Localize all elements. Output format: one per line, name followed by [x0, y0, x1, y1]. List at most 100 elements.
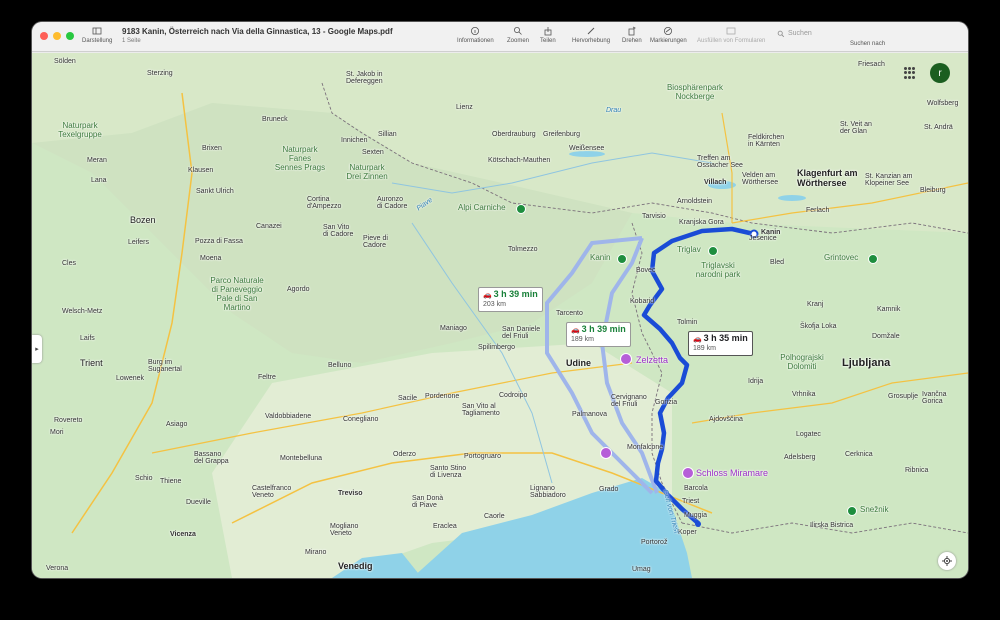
minimize-button[interactable]	[53, 32, 61, 40]
expand-panel-button[interactable]: ▸	[32, 335, 42, 363]
city-label: San Daniele del Friuli	[502, 326, 541, 340]
rotate-icon	[628, 26, 636, 36]
city-label: Logatec	[796, 431, 821, 438]
car-icon: 🚗	[693, 336, 702, 343]
highlight-button[interactable]: Hervorhebung	[572, 26, 610, 44]
city-label: Pordenone	[425, 393, 460, 400]
map-view[interactable]: Sölden Sterzing Naturpark Texelgruppe Me…	[32, 53, 968, 578]
city-label: Grosuplje	[888, 393, 918, 400]
share-button[interactable]: Teilen	[540, 26, 556, 44]
car-icon: 🚗	[571, 327, 580, 334]
mountain-icon[interactable]	[516, 204, 526, 214]
city-label: Velden am Wörthersee	[742, 172, 779, 186]
mountain-icon[interactable]	[847, 506, 857, 516]
city-label: Tolmin	[677, 319, 698, 326]
zoom-button[interactable]: Zoomen	[507, 26, 529, 44]
city-label: Caorle	[484, 513, 505, 520]
mountain-icon[interactable]	[708, 246, 718, 256]
city-label: Tarcento	[556, 310, 583, 317]
my-location-button[interactable]	[938, 552, 956, 570]
park-label: Biosphärenpark Nockberge	[666, 83, 724, 101]
city-label: Barcola	[684, 485, 708, 492]
city-label: Vrhnika	[792, 391, 816, 398]
city-label: Rovereto	[54, 417, 83, 424]
city-label: Meran	[87, 157, 107, 164]
mountain-icon[interactable]	[868, 254, 878, 264]
city-label: Sillian	[378, 131, 397, 138]
city-label: Umag	[632, 566, 651, 573]
city-label: Ilirska Bistrica	[810, 522, 854, 529]
city-label: Kranj	[807, 301, 824, 308]
city-label: Palmanova	[572, 411, 608, 418]
city-label: Codroipo	[499, 392, 528, 399]
info-button[interactable]: Informationen	[457, 26, 494, 44]
city-label: Sölden	[54, 58, 76, 65]
park-label: Naturpark Texelgruppe	[58, 121, 102, 139]
city-label: Brixen	[202, 145, 222, 152]
fill-form-button[interactable]: Ausfüllen von Formularen	[697, 26, 765, 44]
maximize-button[interactable]	[66, 32, 74, 40]
city-label: Pozza di Fassa	[195, 238, 243, 245]
city-label: Cortina d'Ampezzo	[307, 196, 342, 210]
poi-label: Schloss Miramare	[696, 468, 769, 478]
city-label: Gorizia	[655, 399, 678, 406]
city-label: Laifs	[80, 335, 95, 342]
city-label: San Vito di Cadore	[323, 224, 354, 238]
city-label: Sexten	[362, 149, 384, 156]
document-title: 9183 Kanin, Österreich nach Via della Gi…	[122, 27, 393, 36]
city-label: Feltre	[258, 374, 276, 381]
city-label: Ferlach	[806, 207, 830, 214]
city-label: Cerknica	[845, 451, 873, 458]
city-label: Lana	[91, 177, 107, 184]
city-label: Friesach	[858, 61, 885, 68]
city-label: Villach	[704, 179, 727, 186]
city-label: San Vito al Tagliamento	[462, 403, 500, 417]
city-label: Arnoldstein	[677, 198, 713, 205]
city-label: Udine	[566, 358, 592, 368]
city-label: Auronzo di Cadore	[377, 196, 408, 210]
city-label: Castelfranco Veneto	[252, 485, 292, 499]
info-icon	[471, 27, 480, 35]
route-option-1[interactable]: 🚗 3 h 39 min 203 km	[478, 287, 543, 312]
city-label: Montebelluna	[280, 455, 323, 462]
city-label: Triest	[682, 498, 700, 505]
city-label: Lienz	[456, 104, 473, 111]
highlight-pen-icon	[587, 27, 595, 35]
city-label: Burg im Suganertal	[148, 359, 182, 373]
city-label: Oderzo	[393, 451, 416, 458]
close-button[interactable]	[40, 32, 48, 40]
route-option-2[interactable]: 🚗 3 h 39 min 189 km	[566, 322, 631, 347]
car-icon: 🚗	[483, 292, 492, 299]
city-label: Leifers	[128, 239, 150, 246]
city-label: St. Jakob in Defereggen	[346, 71, 383, 85]
sidebar-toggle-button[interactable]: Darstellung	[82, 26, 112, 44]
mountain-icon[interactable]	[617, 254, 627, 264]
city-label: Klagenfurt am Wörthersee	[797, 168, 858, 188]
city-label: Škofja Loka	[800, 323, 837, 330]
city-label: Feldkirchen in Kärnten	[748, 134, 785, 148]
chevron-right-icon: ▸	[35, 346, 39, 353]
city-label: Dueville	[186, 499, 211, 506]
city-label: Domžale	[872, 333, 900, 340]
city-label: Maniago	[440, 325, 467, 332]
city-label: Jesenice	[749, 235, 777, 242]
markup-button[interactable]: Markierungen	[650, 26, 687, 44]
avatar[interactable]: r	[930, 63, 950, 83]
city-label: Bled	[770, 259, 785, 266]
lake-label: Weißensee	[569, 145, 605, 152]
castle-icon[interactable]	[682, 467, 694, 479]
city-label: Thiene	[160, 478, 182, 485]
route-option-3-selected[interactable]: 🚗 3 h 35 min 189 km	[688, 331, 753, 356]
city-label: Mirano	[305, 549, 327, 556]
search-input[interactable]: Suchen	[777, 28, 897, 39]
castle-icon[interactable]	[600, 447, 612, 459]
apps-grid-icon[interactable]	[904, 67, 916, 79]
city-label: Agordo	[287, 286, 310, 293]
rotate-button[interactable]: Drehen	[622, 26, 642, 44]
city-label: Bruneck	[262, 116, 288, 123]
city-label: Valdobbiadene	[265, 413, 312, 420]
castle-icon[interactable]	[620, 353, 632, 365]
city-label: St. Kanzian am Klopeiner See	[865, 173, 913, 187]
city-label: Bleiburg	[920, 187, 946, 194]
park-label: Triglavski narodni park	[695, 261, 741, 279]
